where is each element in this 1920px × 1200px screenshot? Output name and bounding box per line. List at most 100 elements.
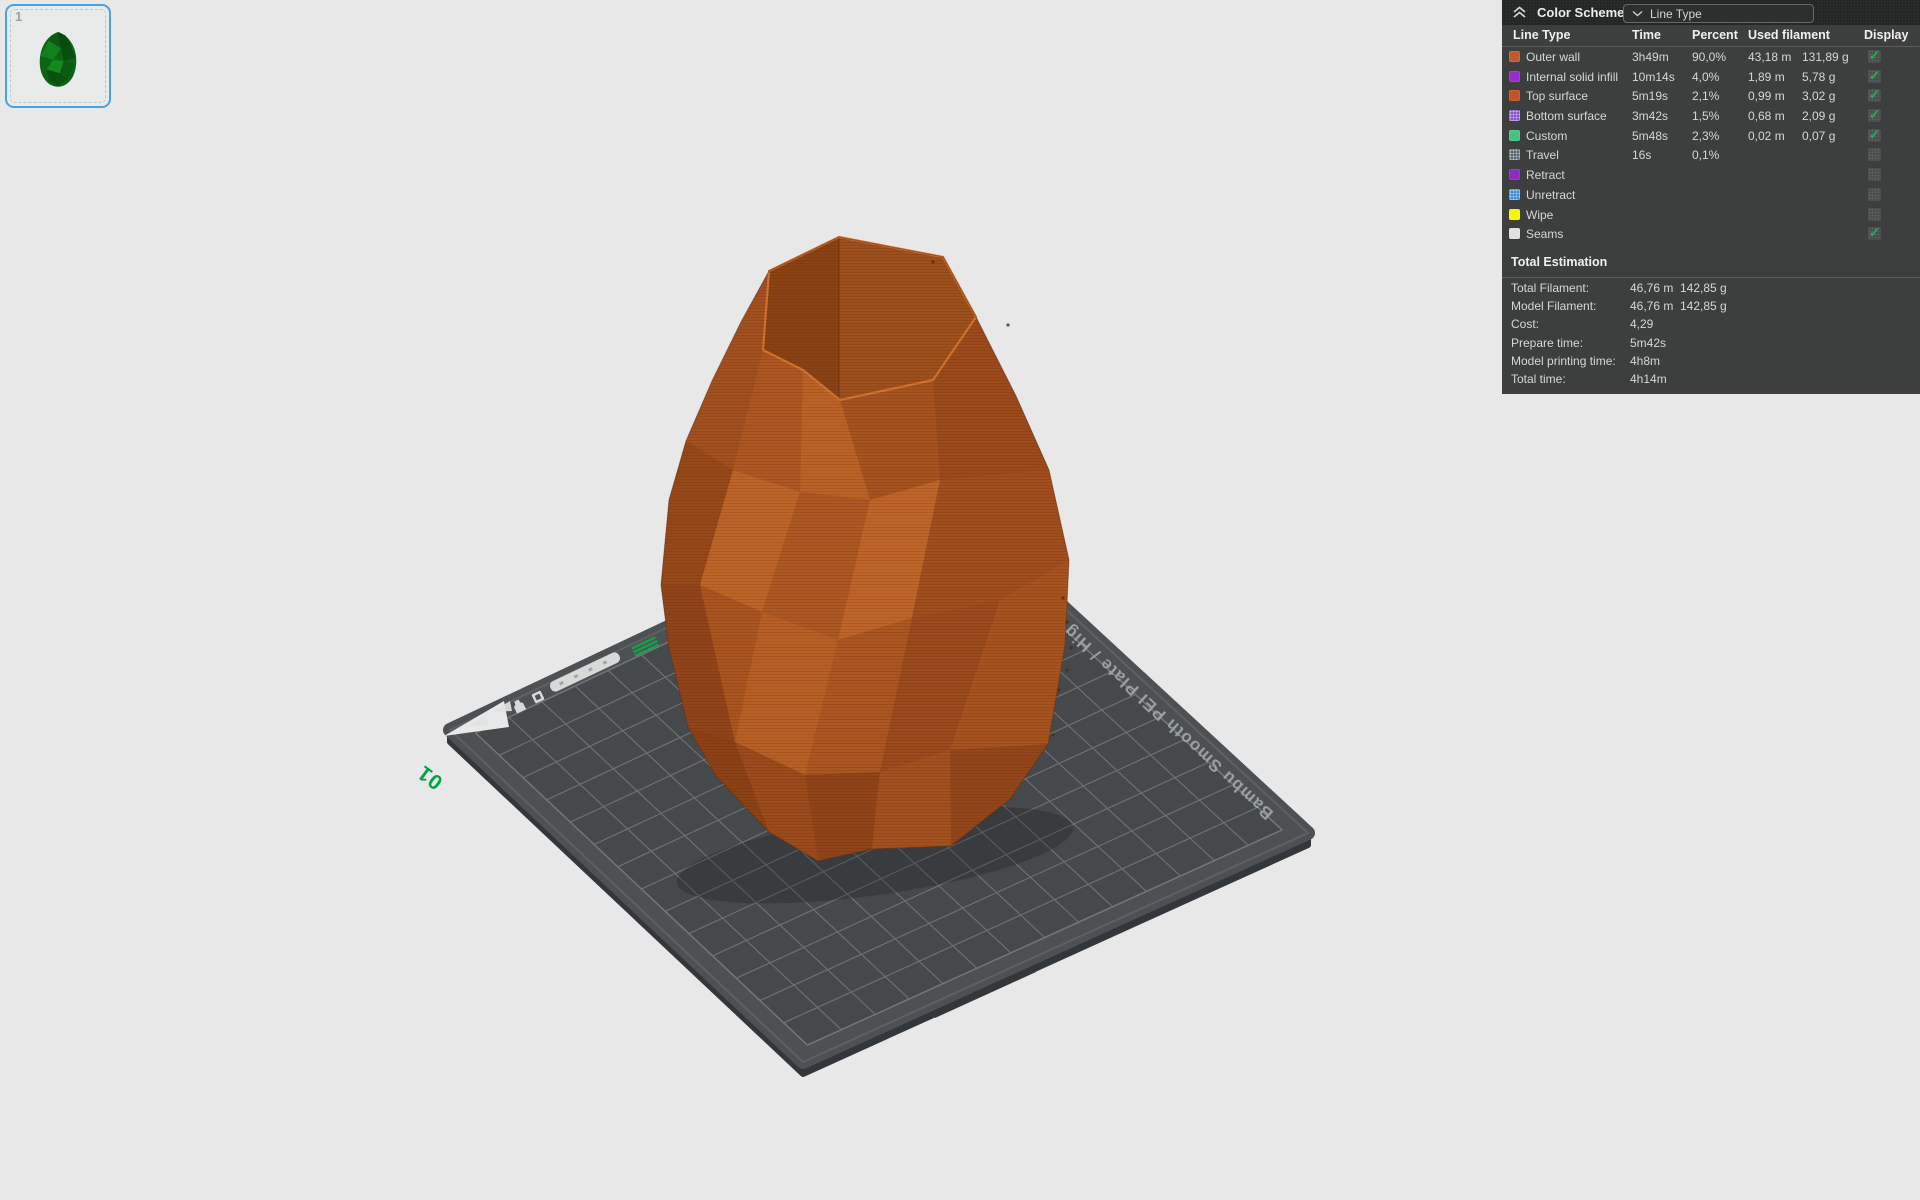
- color-scheme-dropdown[interactable]: Line Type: [1623, 4, 1814, 23]
- line-type-label: Wipe: [1526, 208, 1553, 222]
- time-value: 16s: [1632, 148, 1651, 162]
- total-row: Total Filament: 46,76 m 142,85 g: [1502, 279, 1920, 297]
- panel-title: Color Scheme: [1537, 5, 1624, 20]
- time-value: 10m14s: [1632, 70, 1675, 84]
- line-type-color-swatch: [1509, 110, 1520, 121]
- filament-weight-value: 2,09 g: [1802, 109, 1835, 123]
- display-checkbox[interactable]: [1868, 227, 1881, 240]
- percent-value: 2,3%: [1692, 129, 1719, 143]
- total-value: 5m42s: [1630, 336, 1666, 350]
- chevron-down-icon: [1632, 10, 1643, 17]
- col-line-type: Line Type: [1513, 28, 1570, 42]
- total-row: Total time: 4h14m: [1502, 370, 1920, 388]
- line-type-label: Internal solid infill: [1526, 70, 1618, 84]
- col-percent: Percent: [1692, 28, 1738, 42]
- line-type-table: Outer wall 3h49m 90,0% 43,18 m 131,89 g …: [1502, 47, 1920, 244]
- line-type-label: Custom: [1526, 129, 1567, 143]
- total-value: 4h8m: [1630, 354, 1660, 368]
- percent-value: 4,0%: [1692, 70, 1719, 84]
- check-icon: [1869, 48, 1880, 64]
- color-scheme-panel: Color Scheme Line Type Line Type Time Pe…: [1502, 0, 1920, 394]
- line-type-label: Retract: [1526, 168, 1565, 182]
- total-weight: 142,85 g: [1680, 281, 1727, 295]
- line-type-color-swatch: [1509, 90, 1520, 101]
- display-checkbox[interactable]: [1868, 129, 1881, 142]
- percent-value: 0,1%: [1692, 148, 1719, 162]
- display-checkbox[interactable]: [1868, 70, 1881, 83]
- table-row: Custom 5m48s 2,3% 0,02 m 0,07 g: [1502, 126, 1920, 146]
- line-type-color-swatch: [1509, 169, 1520, 180]
- filament-weight-value: 131,89 g: [1802, 50, 1849, 64]
- total-weight: 142,85 g: [1680, 299, 1727, 313]
- filament-weight-value: 0,07 g: [1802, 129, 1835, 143]
- percent-value: 2,1%: [1692, 89, 1719, 103]
- total-row: Model Filament: 46,76 m 142,85 g: [1502, 297, 1920, 315]
- display-checkbox[interactable]: [1868, 109, 1881, 122]
- slicer-preview-window: { "scene": { "background": "#e8e8e9", "m…: [0, 0, 1920, 1200]
- time-value: 5m48s: [1632, 129, 1668, 143]
- display-checkbox[interactable]: [1868, 208, 1881, 221]
- col-display: Display: [1864, 28, 1908, 42]
- total-row: Model printing time: 4h8m: [1502, 352, 1920, 370]
- line-type-label: Seams: [1526, 227, 1563, 241]
- filament-length-value: 1,89 m: [1748, 70, 1785, 84]
- total-estimation-table: Total Filament: 46,76 m 142,85 g Model F…: [1502, 279, 1920, 388]
- total-value: 4h14m: [1630, 372, 1667, 386]
- line-type-label: Top surface: [1526, 89, 1588, 103]
- display-checkbox[interactable]: [1868, 50, 1881, 63]
- line-type-label: Bottom surface: [1526, 109, 1607, 123]
- filament-length-value: 0,02 m: [1748, 129, 1785, 143]
- plate-thumbnail[interactable]: 1: [5, 4, 111, 108]
- percent-value: 90,0%: [1692, 50, 1726, 64]
- dropdown-value: Line Type: [1650, 7, 1702, 21]
- table-row: Seams: [1502, 224, 1920, 244]
- total-label: Total time:: [1511, 372, 1566, 386]
- check-icon: [1869, 127, 1880, 143]
- display-checkbox[interactable]: [1868, 188, 1881, 201]
- table-row: Internal solid infill 10m14s 4,0% 1,89 m…: [1502, 67, 1920, 87]
- total-label: Model printing time:: [1511, 354, 1616, 368]
- line-type-color-swatch: [1509, 149, 1520, 160]
- check-icon: [1869, 107, 1880, 123]
- line-type-color-swatch: [1509, 71, 1520, 82]
- total-label: Model Filament:: [1511, 299, 1596, 313]
- check-icon: [1869, 87, 1880, 103]
- filament-length-value: 0,68 m: [1748, 109, 1785, 123]
- table-row: Unretract: [1502, 185, 1920, 205]
- filament-length-value: 43,18 m: [1748, 50, 1791, 64]
- line-type-label: Travel: [1526, 148, 1559, 162]
- time-value: 3m42s: [1632, 109, 1668, 123]
- check-icon: [1869, 225, 1880, 241]
- filament-weight-value: 5,78 g: [1802, 70, 1835, 84]
- col-used-filament: Used filament: [1748, 28, 1830, 42]
- filament-length-value: 0,99 m: [1748, 89, 1785, 103]
- time-value: 5m19s: [1632, 89, 1668, 103]
- total-label: Total Filament:: [1511, 281, 1589, 295]
- line-type-color-swatch: [1509, 189, 1520, 200]
- total-value: 4,29: [1630, 317, 1653, 331]
- model-thumbnail-icon: [7, 6, 109, 106]
- total-label: Prepare time:: [1511, 336, 1583, 350]
- total-estimation-title: Total Estimation: [1511, 255, 1607, 269]
- table-row: Outer wall 3h49m 90,0% 43,18 m 131,89 g: [1502, 47, 1920, 67]
- total-row: Prepare time: 5m42s: [1502, 334, 1920, 352]
- line-type-color-swatch: [1509, 130, 1520, 141]
- display-checkbox[interactable]: [1868, 168, 1881, 181]
- time-value: 3h49m: [1632, 50, 1669, 64]
- plate-number-text: 01: [413, 760, 447, 794]
- layer-lines-texture: [661, 237, 1069, 861]
- filament-weight-value: 3,02 g: [1802, 89, 1835, 103]
- check-icon: [1869, 68, 1880, 84]
- line-type-color-swatch: [1509, 209, 1520, 220]
- panel-header-bar: Color Scheme Line Type: [1502, 0, 1920, 25]
- display-checkbox[interactable]: [1868, 89, 1881, 102]
- total-row: Cost: 4,29: [1502, 315, 1920, 333]
- line-type-color-swatch: [1509, 228, 1520, 239]
- table-row: Wipe: [1502, 205, 1920, 225]
- vase-model[interactable]: [661, 237, 1073, 861]
- line-type-label: Outer wall: [1526, 50, 1580, 64]
- col-time: Time: [1632, 28, 1661, 42]
- collapse-chevrons-icon[interactable]: [1512, 6, 1527, 19]
- table-row: Travel 16s 0,1%: [1502, 145, 1920, 165]
- display-checkbox[interactable]: [1868, 148, 1881, 161]
